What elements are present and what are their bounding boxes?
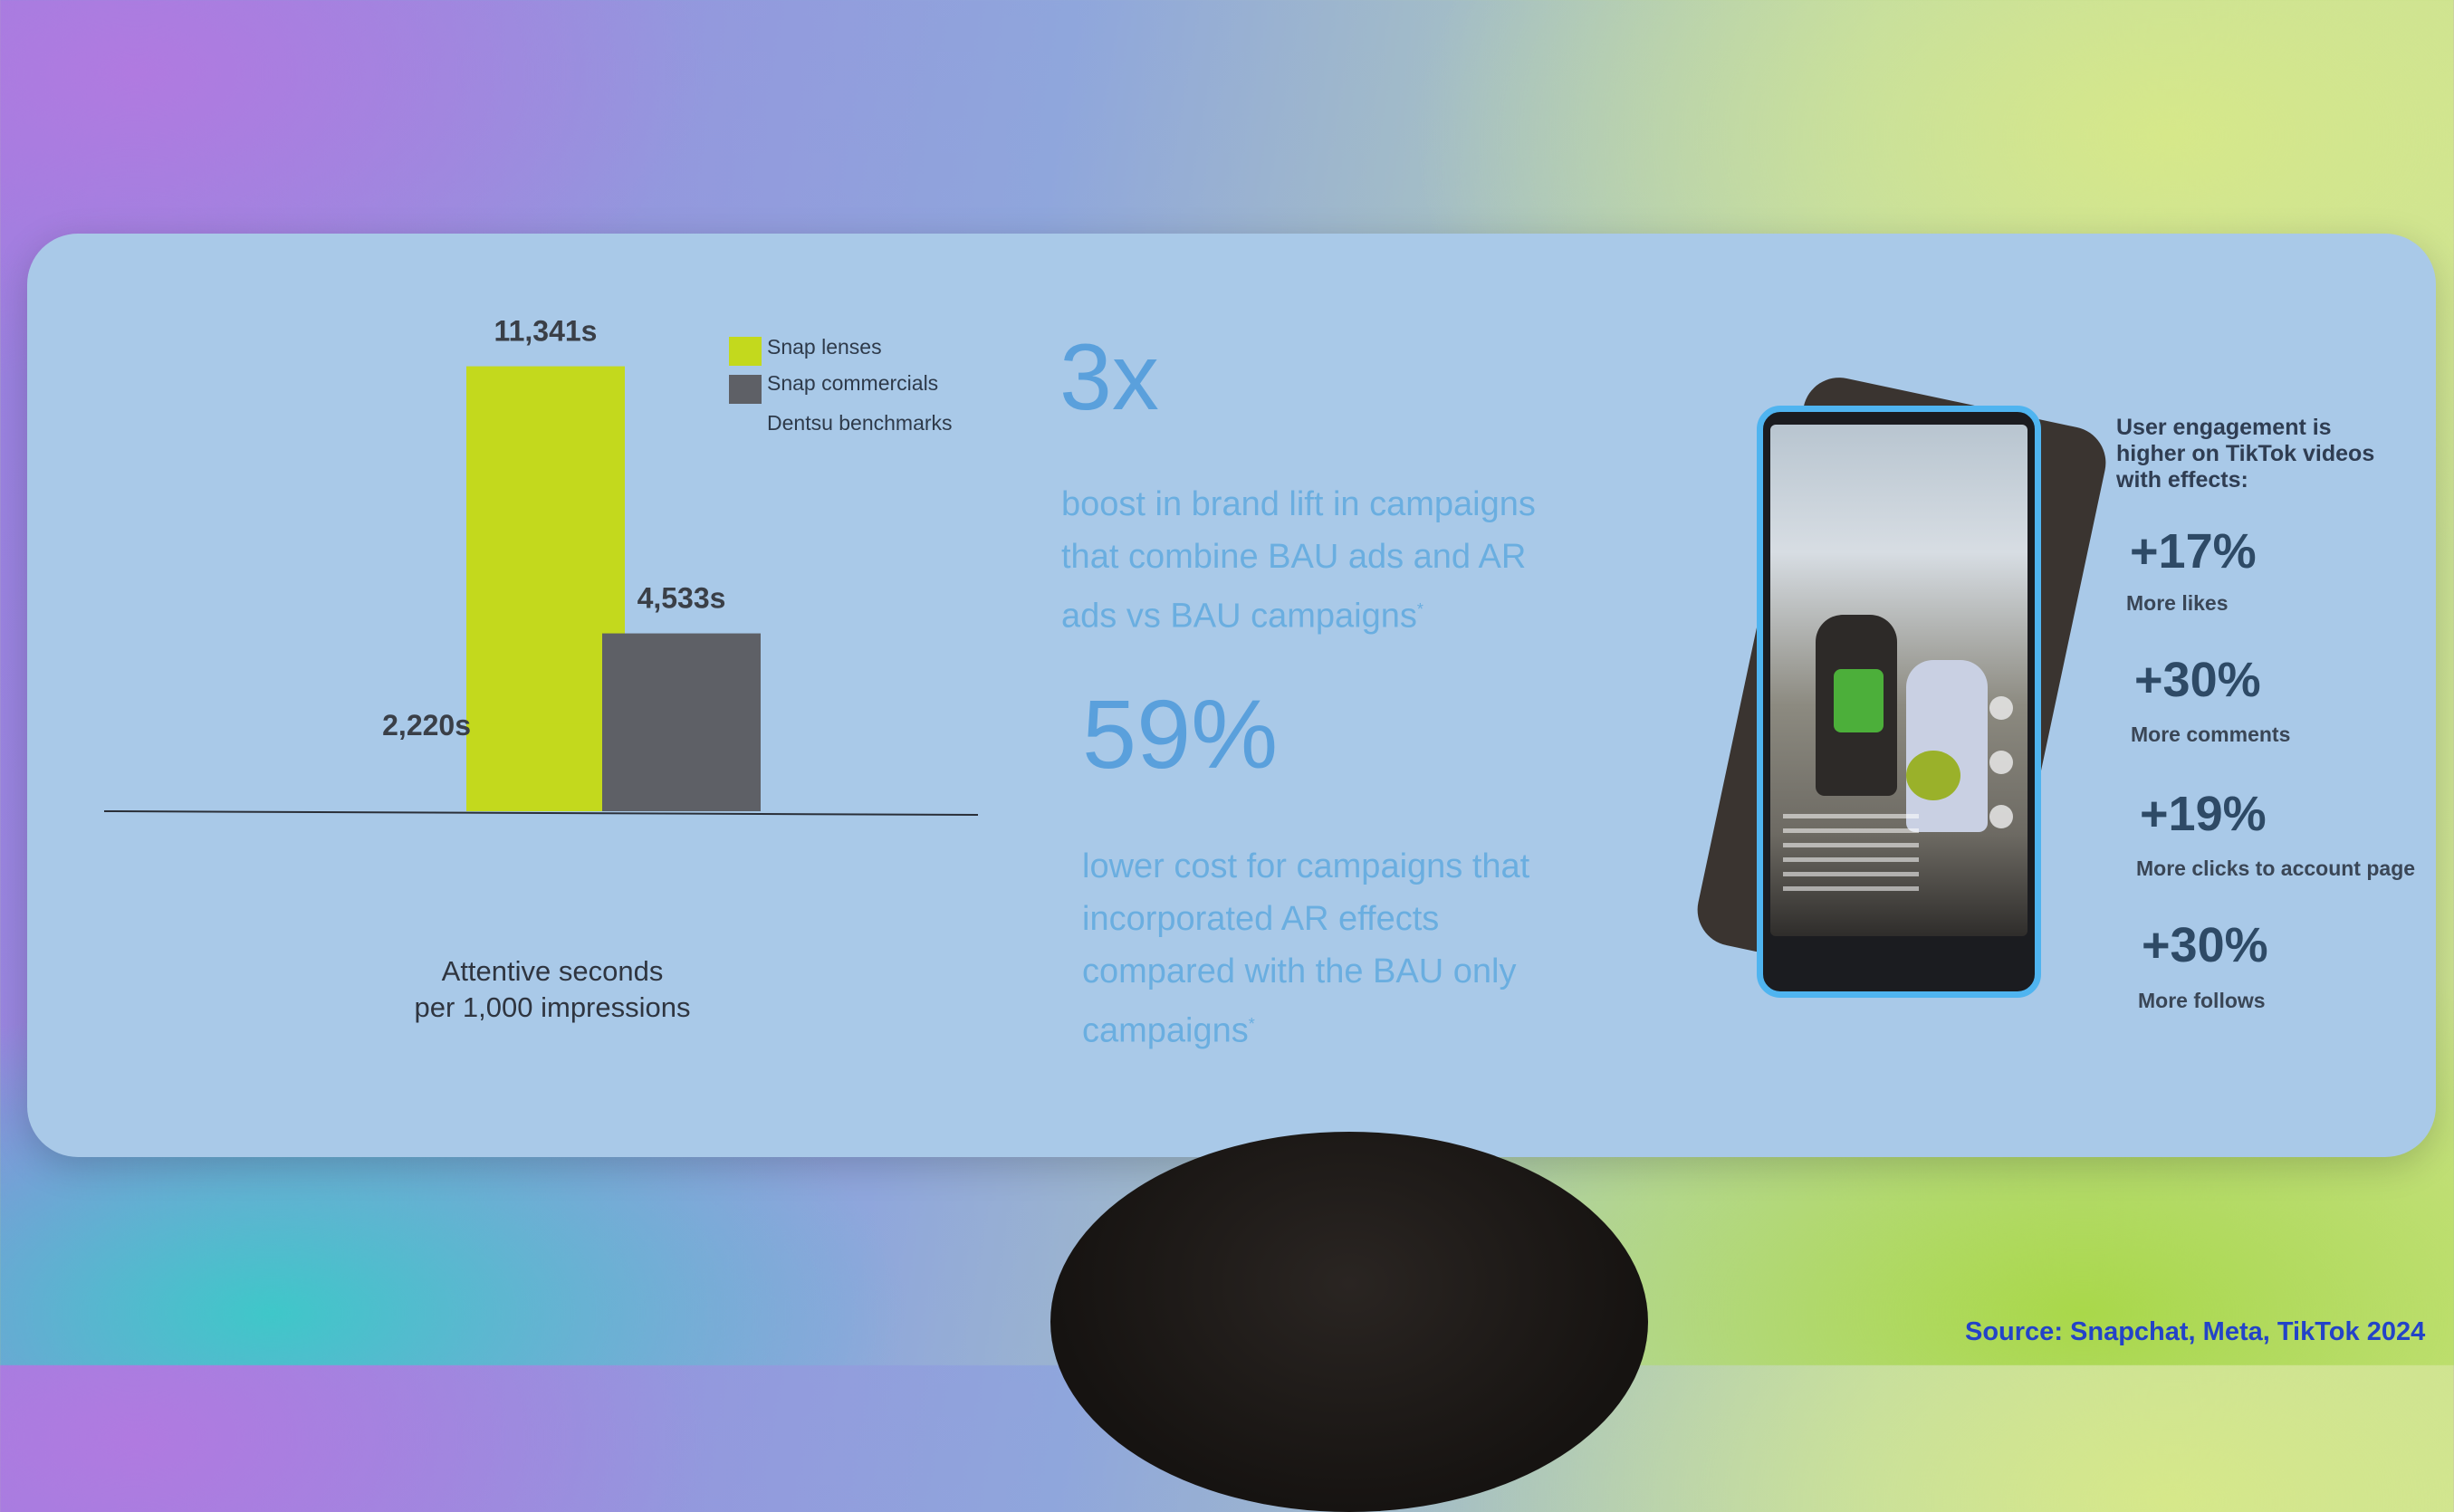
engagement-label: More clicks to account page — [2136, 856, 2416, 880]
stat1-line: ads vs BAU campaigns — [1061, 597, 1417, 636]
tiktok-video-image — [1770, 425, 2027, 936]
stat1-line-last: ads vs BAU campaigns* — [1061, 583, 1641, 643]
bar-dentsu-benchmarks — [480, 723, 598, 811]
x-axis-label-line2: per 1,000 impressions — [414, 991, 691, 1023]
engagement-label: More comments — [2131, 723, 2291, 746]
stat1-line: that combine BAU ads and AR — [1061, 538, 1527, 576]
bar-value-label: 4,533s — [637, 582, 726, 615]
ar-effect-character — [1906, 751, 1960, 800]
share-icon[interactable] — [1989, 805, 2013, 828]
stat1-description: boost in brand lift in campaigns that co… — [1061, 478, 1641, 643]
x-axis-line — [103, 810, 979, 816]
green-shirt — [1834, 669, 1884, 732]
x-axis-label: Attentive seconds per 1,000 impressions — [299, 953, 806, 1026]
engagement-value: +30% — [2142, 918, 2268, 972]
stat1-line: boost in brand lift in campaigns — [1061, 485, 1536, 523]
caption-lines — [1783, 814, 1919, 895]
legend-swatch-grey — [729, 375, 762, 404]
stat2-line: lower cost for campaigns that — [1082, 847, 1530, 885]
bar-value-label: 11,341s — [494, 315, 598, 348]
stat2-description: lower cost for campaigns that incorporat… — [1082, 840, 1662, 1057]
legend-swatch-lime — [729, 337, 762, 366]
engagement-title: User engagement is higher on TikTok vide… — [2116, 415, 2375, 493]
footnote-mark: * — [1416, 600, 1424, 618]
engagement-label: More likes — [2126, 591, 2229, 615]
source-note: Source: Snapchat, Meta, TikTok 2024 — [1965, 1317, 2426, 1346]
heart-icon[interactable] — [1989, 696, 2013, 720]
slide-card: 11,341s 2,220s 4,533s Snap lenses Snap com… — [27, 234, 2436, 1157]
comment-icon[interactable] — [1989, 751, 2013, 774]
audience-head-image — [1050, 1132, 1648, 1512]
footnote-mark: * — [1248, 1015, 1255, 1033]
stat1-value: 3x — [1059, 325, 1159, 430]
engagement-value: +19% — [2140, 787, 2267, 841]
stat2-line: incorporated AR effects — [1082, 900, 1440, 938]
stat2-line-last: campaigns* — [1082, 998, 1662, 1057]
dancer-figure-2 — [1906, 660, 1988, 832]
legend-label: Dentsu benchmarks — [767, 411, 953, 435]
legend-label: Snap commercials — [767, 371, 939, 395]
stat2-value: 59% — [1082, 679, 1279, 789]
stat2-line: campaigns — [1082, 1011, 1249, 1050]
phone-mockup-image — [1757, 406, 2041, 998]
engagement-value: +30% — [2134, 653, 2261, 707]
engagement-label: More follows — [2138, 989, 2266, 1012]
x-axis-label-line1: Attentive seconds — [441, 955, 664, 987]
stat2-line: compared with the BAU only — [1082, 952, 1517, 990]
bar-snap-commercials — [602, 633, 761, 811]
engagement-value: +17% — [2130, 524, 2257, 579]
legend-label: Snap lenses — [767, 335, 882, 359]
bar-value-label: 2,220s — [382, 709, 471, 742]
